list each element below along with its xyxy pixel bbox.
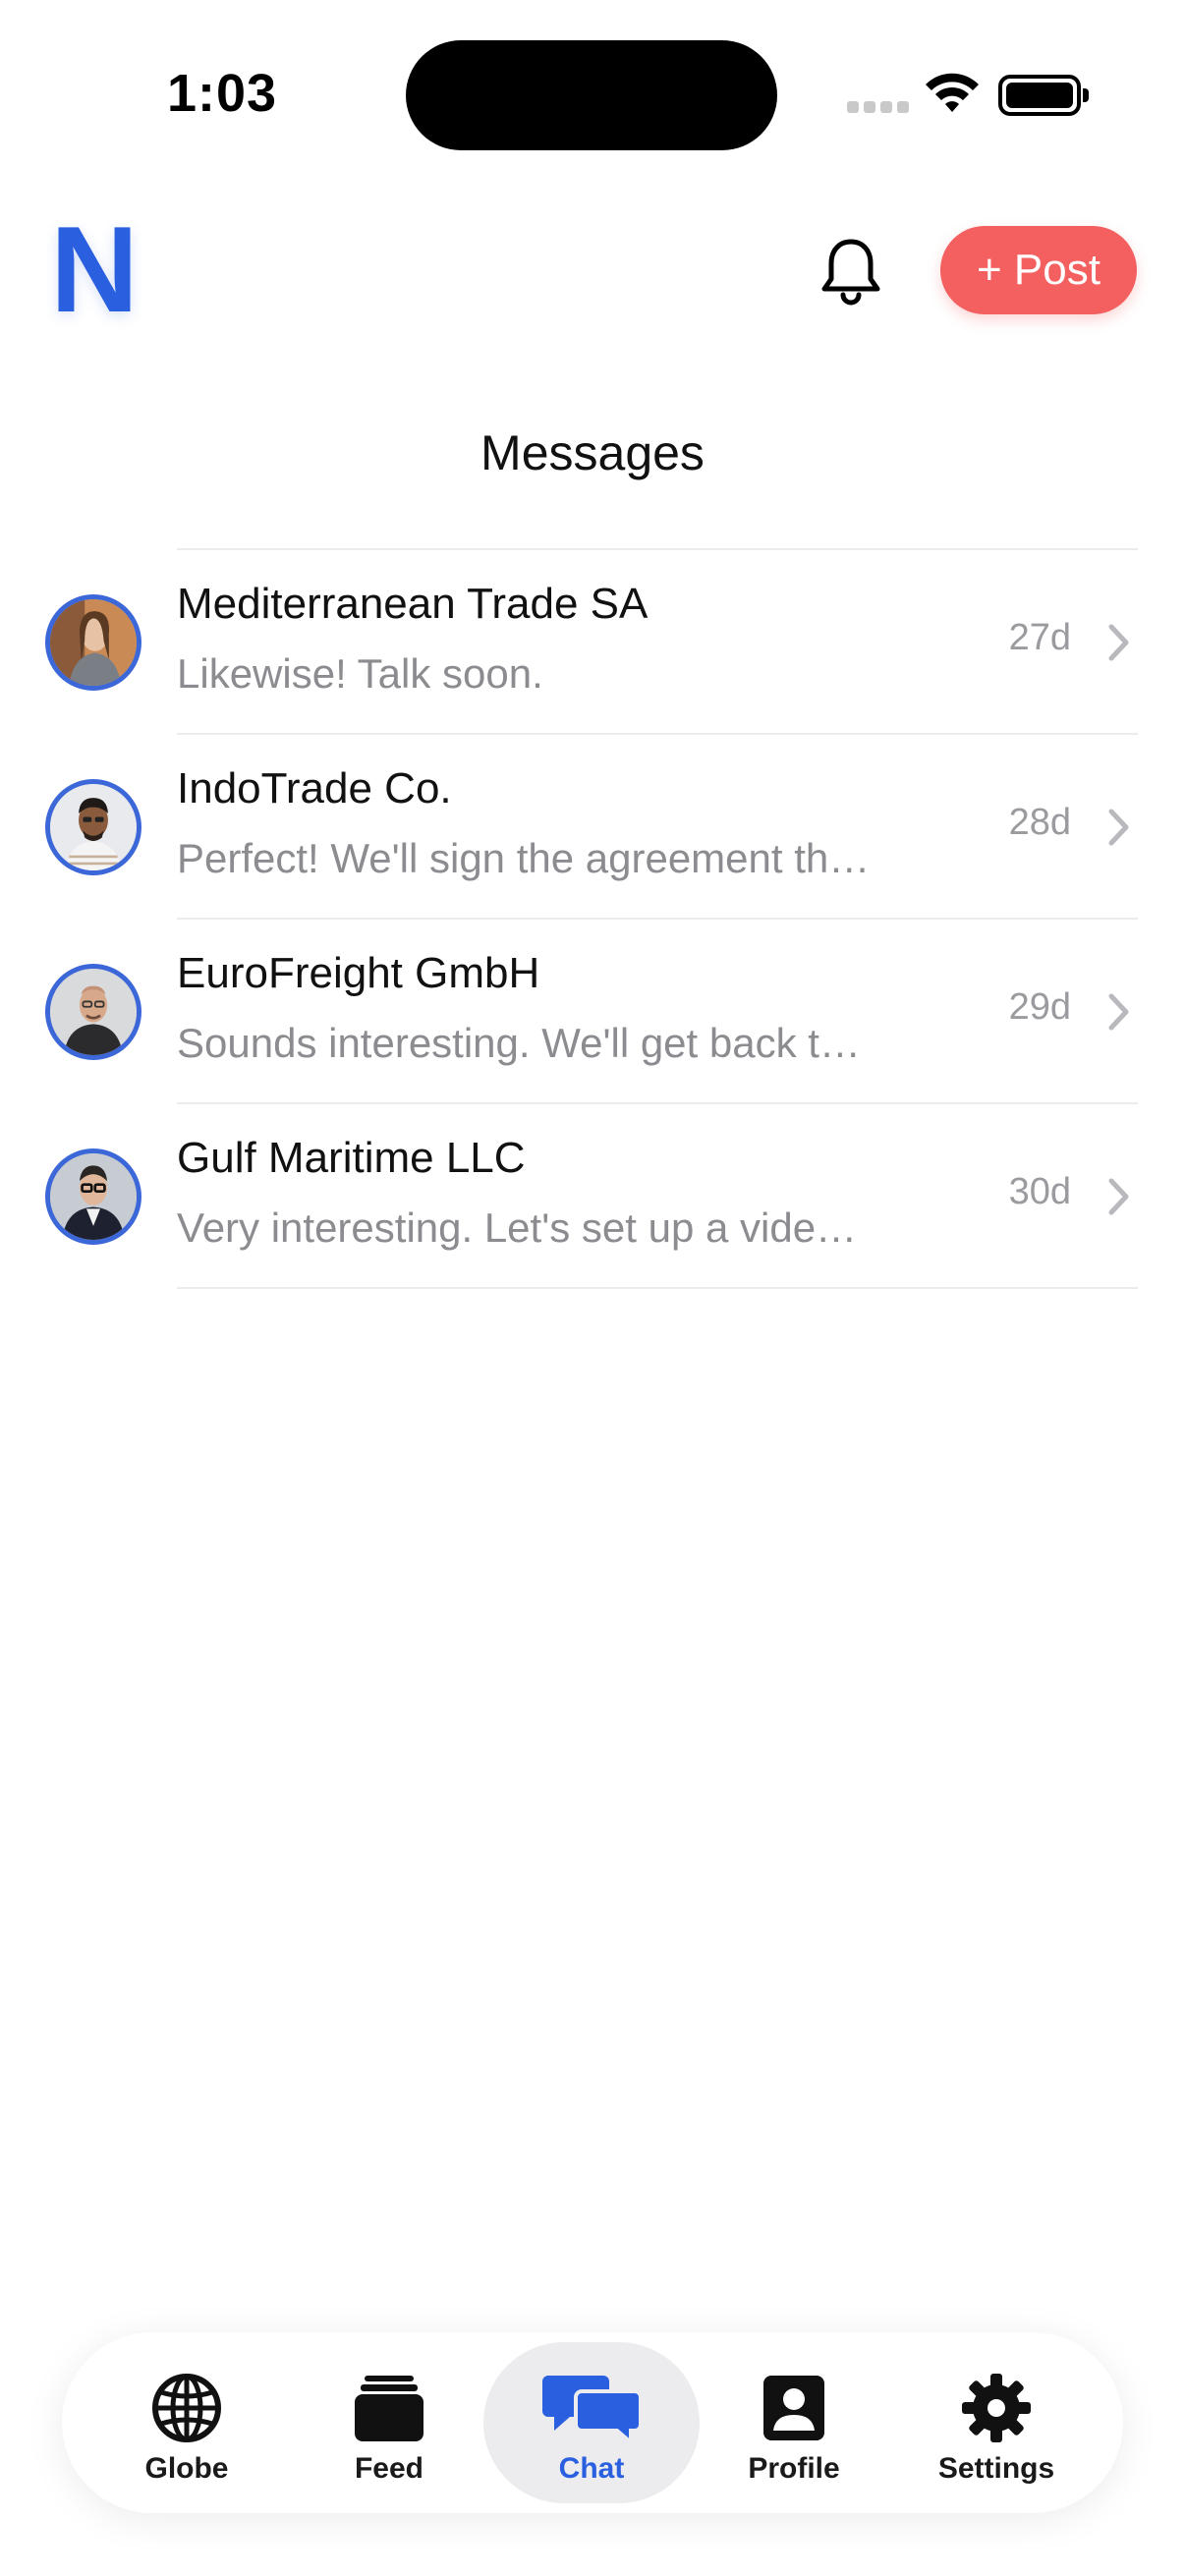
conversation-row[interactable]: Mediterranean Trade SA Likewise! Talk so… bbox=[0, 550, 1185, 733]
chat-icon bbox=[542, 2376, 641, 2444]
cellular-signal-icon bbox=[847, 101, 909, 115]
conversation-row[interactable]: Gulf Maritime LLC Very interesting. Let'… bbox=[0, 1104, 1185, 1287]
tab-chat[interactable]: Chat bbox=[483, 2342, 700, 2503]
conversation-time: 28d bbox=[1008, 802, 1071, 843]
tab-label: Settings bbox=[937, 2452, 1055, 2485]
chevron-right-icon bbox=[1108, 809, 1129, 846]
avatar bbox=[45, 779, 141, 875]
app-logo[interactable]: N bbox=[43, 209, 145, 331]
tab-settings[interactable]: Settings bbox=[888, 2342, 1104, 2503]
bell-icon[interactable] bbox=[818, 236, 883, 307]
tab-profile[interactable]: Profile bbox=[686, 2342, 902, 2503]
chevron-right-icon bbox=[1108, 624, 1129, 661]
status-time: 1:03 bbox=[167, 64, 278, 123]
conversation-time: 29d bbox=[1008, 986, 1071, 1028]
profile-icon bbox=[763, 2376, 824, 2440]
page-title: Messages bbox=[480, 425, 705, 480]
conversation-name: Mediterranean Trade SA bbox=[177, 580, 649, 628]
tab-feed[interactable]: Feed bbox=[281, 2342, 497, 2503]
gear-icon bbox=[962, 2374, 1031, 2442]
conversation-preview: Likewise! Talk soon. bbox=[177, 650, 543, 697]
globe-icon bbox=[152, 2374, 221, 2442]
tab-label: Globe bbox=[144, 2452, 229, 2485]
avatar bbox=[45, 1148, 141, 1245]
chevron-right-icon bbox=[1108, 993, 1129, 1031]
tab-label: Chat bbox=[558, 2452, 625, 2485]
conversation-time: 27d bbox=[1008, 617, 1071, 658]
messages-screen: 1:03 N + Post Messages Mediterranean Tra… bbox=[0, 0, 1185, 2576]
conversation-name: Gulf Maritime LLC bbox=[177, 1134, 526, 1182]
conversation-name: EuroFreight GmbH bbox=[177, 949, 540, 997]
avatar bbox=[45, 594, 141, 691]
divider bbox=[177, 1287, 1138, 1289]
tab-globe[interactable]: Globe bbox=[79, 2342, 295, 2503]
conversation-time: 30d bbox=[1008, 1171, 1071, 1212]
dynamic-island bbox=[406, 40, 777, 150]
message-list: Mediterranean Trade SA Likewise! Talk so… bbox=[0, 548, 1185, 1289]
new-post-button[interactable]: + Post bbox=[940, 226, 1137, 314]
conversation-preview: Very interesting. Let's set up a vide… bbox=[177, 1204, 858, 1251]
chevron-right-icon bbox=[1108, 1178, 1129, 1215]
avatar bbox=[45, 964, 141, 1060]
conversation-name: IndoTrade Co. bbox=[177, 764, 452, 812]
conversation-row[interactable]: IndoTrade Co. Perfect! We'll sign the ag… bbox=[0, 735, 1185, 918]
conversation-preview: Sounds interesting. We'll get back t… bbox=[177, 1020, 861, 1066]
conversation-preview: Perfect! We'll sign the agreement th… bbox=[177, 835, 871, 881]
tab-label: Feed bbox=[354, 2452, 424, 2485]
tab-label: Profile bbox=[748, 2452, 840, 2485]
wifi-icon bbox=[926, 73, 979, 112]
bottom-tab-bar: Globe Feed Chat Profile Settings bbox=[62, 2332, 1123, 2513]
conversation-row[interactable]: EuroFreight GmbH Sounds interesting. We'… bbox=[0, 920, 1185, 1102]
battery-icon bbox=[998, 75, 1089, 116]
feed-icon bbox=[355, 2376, 423, 2441]
